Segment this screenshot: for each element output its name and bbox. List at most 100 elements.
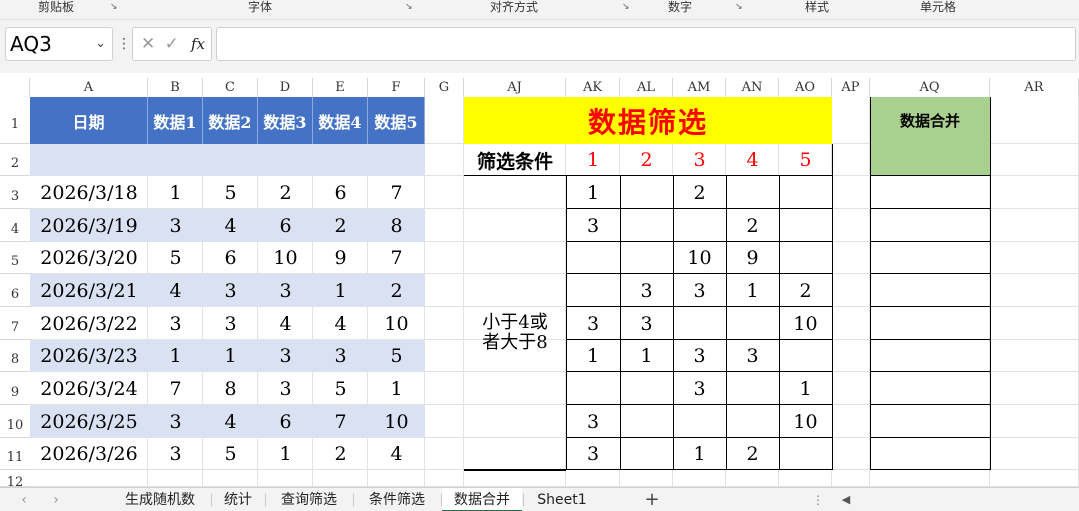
row-header[interactable]: 12	[0, 470, 30, 490]
row-header[interactable]: 10	[0, 405, 30, 438]
add-sheet-button[interactable]: +	[642, 488, 662, 511]
filter-cell[interactable]	[566, 242, 620, 274]
left-table-header-cell[interactable]: 数据3	[258, 97, 313, 144]
row-header[interactable]: 4	[0, 209, 30, 242]
column-header[interactable]: E	[313, 78, 368, 97]
table-cell[interactable]: 8	[203, 372, 258, 405]
row-header[interactable]: 3	[0, 176, 30, 209]
filter-cell[interactable]: 10	[779, 307, 832, 340]
filter-cell[interactable]	[620, 242, 673, 274]
column-header[interactable]: A	[30, 78, 148, 97]
table-cell[interactable]: 1	[203, 340, 258, 372]
table-cell[interactable]: 3	[148, 307, 203, 340]
table-cell[interactable]: 3	[258, 340, 313, 372]
sheet-tab[interactable]: 生成随机数	[110, 488, 210, 511]
table-cell[interactable]: 1	[258, 438, 313, 470]
row-header[interactable]: 6	[0, 274, 30, 307]
filter-cell[interactable]: 1	[673, 438, 726, 470]
column-header[interactable]: AN	[726, 78, 779, 97]
filter-cell[interactable]	[620, 176, 673, 209]
condition-number-cell[interactable]: 1	[566, 144, 620, 176]
condition-number-cell[interactable]: 5	[779, 144, 832, 176]
table-cell[interactable]: 1	[368, 372, 425, 405]
scroll-left-arrow-icon[interactable]: ◀	[838, 488, 854, 511]
table-cell[interactable]: 10	[258, 242, 313, 274]
cancel-icon[interactable]: ✕	[141, 34, 155, 54]
column-header[interactable]: AJ	[464, 78, 566, 97]
dialog-launcher-icon[interactable]: ↘	[735, 2, 745, 12]
table-cell[interactable]: 3	[258, 274, 313, 307]
column-header[interactable]: AQ	[870, 78, 990, 97]
name-box[interactable]: AQ3 ⌄	[5, 27, 113, 61]
table-cell[interactable]: 2026/3/25	[30, 405, 148, 438]
column-header[interactable]: F	[368, 78, 425, 97]
left-table-header-cell[interactable]: 日期	[30, 97, 148, 144]
filter-cell[interactable]: 3	[566, 438, 620, 470]
column-header[interactable]: D	[258, 78, 313, 97]
table-cell[interactable]: 6	[203, 242, 258, 274]
more-icon[interactable]: ⋮	[810, 488, 826, 511]
table-cell[interactable]: 2	[313, 438, 368, 470]
sheet-tab[interactable]: Sheet1	[524, 488, 600, 511]
table-cell[interactable]: 3	[148, 209, 203, 242]
filter-cell[interactable]: 2	[726, 438, 779, 470]
filter-cell[interactable]	[779, 242, 832, 274]
table-cell[interactable]: 5	[313, 372, 368, 405]
table-cell[interactable]: 7	[148, 372, 203, 405]
row-header[interactable]: 2	[0, 144, 30, 176]
row-header[interactable]: 5	[0, 242, 30, 274]
column-header[interactable]: AP	[832, 78, 870, 97]
row-header[interactable]: 8	[0, 340, 30, 372]
condition-number-cell[interactable]: 3	[673, 144, 726, 176]
filter-cell[interactable]: 1	[566, 176, 620, 209]
table-cell[interactable]: 2026/3/19	[30, 209, 148, 242]
table-cell[interactable]: 1	[313, 274, 368, 307]
column-header[interactable]: AM	[673, 78, 726, 97]
table-cell[interactable]: 4	[258, 307, 313, 340]
scroll-right-icon[interactable]: ›	[46, 488, 66, 511]
sheet-tab[interactable]: 数据合并	[442, 488, 522, 511]
table-cell[interactable]: 6	[313, 176, 368, 209]
table-cell[interactable]: 5	[203, 438, 258, 470]
table-cell[interactable]: 10	[368, 405, 425, 438]
filter-cell[interactable]: 3	[620, 307, 673, 340]
row-header[interactable]: 7	[0, 307, 30, 340]
table-cell[interactable]: 6	[258, 405, 313, 438]
filter-cell[interactable]	[620, 438, 673, 470]
column-header[interactable]: AR	[990, 78, 1079, 97]
filter-cell[interactable]	[779, 209, 832, 242]
table-cell[interactable]: 1	[148, 176, 203, 209]
left-table-header-cell[interactable]: 数据5	[368, 97, 425, 144]
dialog-launcher-icon[interactable]: ↘	[405, 2, 415, 12]
table-cell[interactable]: 4	[203, 209, 258, 242]
filter-cell[interactable]: 1	[726, 274, 779, 307]
table-cell[interactable]: 2026/3/23	[30, 340, 148, 372]
filter-cell[interactable]	[726, 405, 779, 438]
sheet-tab[interactable]: 查询筛选	[266, 488, 352, 511]
column-header[interactable]: AO	[779, 78, 832, 97]
filter-cell[interactable]: 3	[566, 307, 620, 340]
column-header[interactable]: G	[425, 78, 464, 97]
merge-header-cell[interactable]: 数据合并	[870, 97, 990, 144]
more-options-icon[interactable]: ⋮	[117, 36, 131, 52]
filter-cell[interactable]	[779, 340, 832, 372]
left-table-header-cell[interactable]: 数据1	[148, 97, 203, 144]
table-cell[interactable]: 7	[368, 176, 425, 209]
column-header[interactable]: B	[148, 78, 203, 97]
table-cell[interactable]: 2026/3/24	[30, 372, 148, 405]
table-cell[interactable]: 10	[368, 307, 425, 340]
table-cell[interactable]: 9	[313, 242, 368, 274]
table-cell[interactable]: 7	[313, 405, 368, 438]
filter-cell[interactable]	[673, 209, 726, 242]
dialog-launcher-icon[interactable]: ↘	[622, 2, 632, 12]
filter-cell[interactable]	[726, 307, 779, 340]
table-cell[interactable]: 3	[148, 438, 203, 470]
formula-input[interactable]	[216, 27, 1076, 61]
table-cell[interactable]: 6	[258, 209, 313, 242]
select-all-corner[interactable]	[0, 78, 30, 97]
table-cell[interactable]: 3	[313, 340, 368, 372]
insert-function-icon[interactable]: fx	[191, 28, 205, 60]
condition-label-cell[interactable]: 筛选条件	[464, 144, 566, 176]
filter-cell[interactable]: 3	[673, 274, 726, 307]
table-cell[interactable]: 4	[368, 438, 425, 470]
